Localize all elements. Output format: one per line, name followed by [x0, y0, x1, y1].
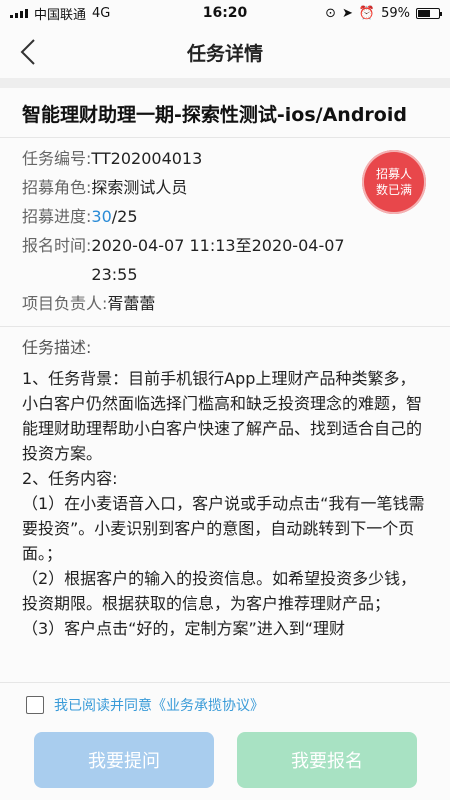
progress-label: 招募进度: — [22, 207, 92, 226]
carrier-name: 中国联通 — [34, 7, 87, 23]
signup-time-row: 报名时间: 2020-04-07 11:13至2020-04-07 23:55 — [22, 231, 428, 289]
signup-time-label: 报名时间: — [22, 236, 92, 255]
lock-rotation-icon: ⊙ — [325, 5, 336, 21]
description-background: 1、任务背景：目前手机银行App上理财产品种类繁多，小白客户仍然面临选择门槛高和… — [22, 369, 423, 463]
owner-label: 项目负责人: — [22, 294, 108, 313]
network-type: 4G — [92, 5, 111, 21]
back-arrow-icon[interactable] — [14, 36, 44, 68]
task-number-label: 任务编号: — [22, 149, 92, 168]
battery-percent: 59% — [381, 5, 410, 21]
description-step-3: （3）客户点击“好的，定制方案”进入到“理财 — [22, 619, 346, 638]
progress-current: 30 — [91, 207, 112, 226]
ask-question-button[interactable]: 我要提问 — [34, 732, 214, 788]
stamp-line2: 数已满 — [375, 183, 412, 197]
progress-total: /25 — [111, 207, 138, 226]
section-divider — [0, 78, 450, 88]
task-detail-content[interactable]: 智能理财助理一期-探索性测试-ios/Android 任务编号: TT20200… — [0, 88, 450, 682]
agreement-checkbox[interactable] — [26, 695, 44, 714]
status-time: 16:20 — [202, 5, 248, 21]
signup-time-value: 2020-04-07 11:13至2020-04-07 23:55 — [91, 231, 344, 289]
recruitment-full-stamp: 招募人 数已满 — [362, 150, 426, 214]
signup-time-line2: 23:55 — [91, 265, 138, 284]
description-heading: 任务描述: — [22, 338, 92, 357]
stamp-line1: 招募人 — [375, 167, 412, 181]
page-title: 任务详情 — [186, 42, 263, 65]
agreement-link[interactable]: 我已阅读并同意《业务承揽协议》 — [54, 695, 264, 715]
task-title: 智能理财助理一期-探索性测试-ios/Android — [0, 88, 450, 138]
owner-row: 项目负责人: 胥蕾蕾 — [22, 289, 428, 318]
location-icon: ➤ — [342, 5, 353, 21]
status-bar: 中国联通 4G 16:20 ⊙ ➤ ⏰ 59% — [0, 0, 450, 26]
battery-fill — [418, 9, 430, 17]
agreement-bar: 我已阅读并同意《业务承揽协议》 — [0, 682, 450, 726]
progress-row: 招募进度: 30 /25 — [22, 202, 428, 231]
task-info: 任务编号: TT202004013 招募角色: 探索测试人员 招募进度: 30 … — [0, 138, 450, 327]
battery-icon — [416, 7, 442, 19]
description-content-heading: 2、任务内容: — [22, 469, 118, 488]
role-label: 招募角色: — [22, 178, 92, 197]
status-left: 中国联通 4G — [10, 4, 110, 23]
description-step-1: （1）在小麦语音入口，客户说或手动点击“我有一笔钱需要投资”。小麦识别到客户的意… — [22, 494, 425, 563]
task-description: 任务描述: 1、任务背景：目前手机银行App上理财产品种类繁多，小白客户仍然面临… — [0, 327, 450, 641]
description-step-2: （2）根据客户的输入的投资信息。如希望投资多少钱，投资期限。根据获取的信息，为客… — [22, 569, 417, 613]
signal-icon — [10, 8, 28, 18]
signup-button[interactable]: 我要报名 — [237, 732, 417, 788]
alarm-icon: ⏰ — [358, 5, 376, 21]
owner-value: 胥蕾蕾 — [107, 294, 156, 313]
signup-time-line1: 2020-04-07 11:13至2020-04-07 — [91, 236, 345, 255]
role-value: 探索测试人员 — [91, 178, 188, 197]
task-number-value: TT202004013 — [91, 149, 203, 168]
status-right: ⊙ ➤ ⏰ 59% — [325, 5, 442, 21]
nav-bar: 任务详情 — [0, 26, 450, 78]
